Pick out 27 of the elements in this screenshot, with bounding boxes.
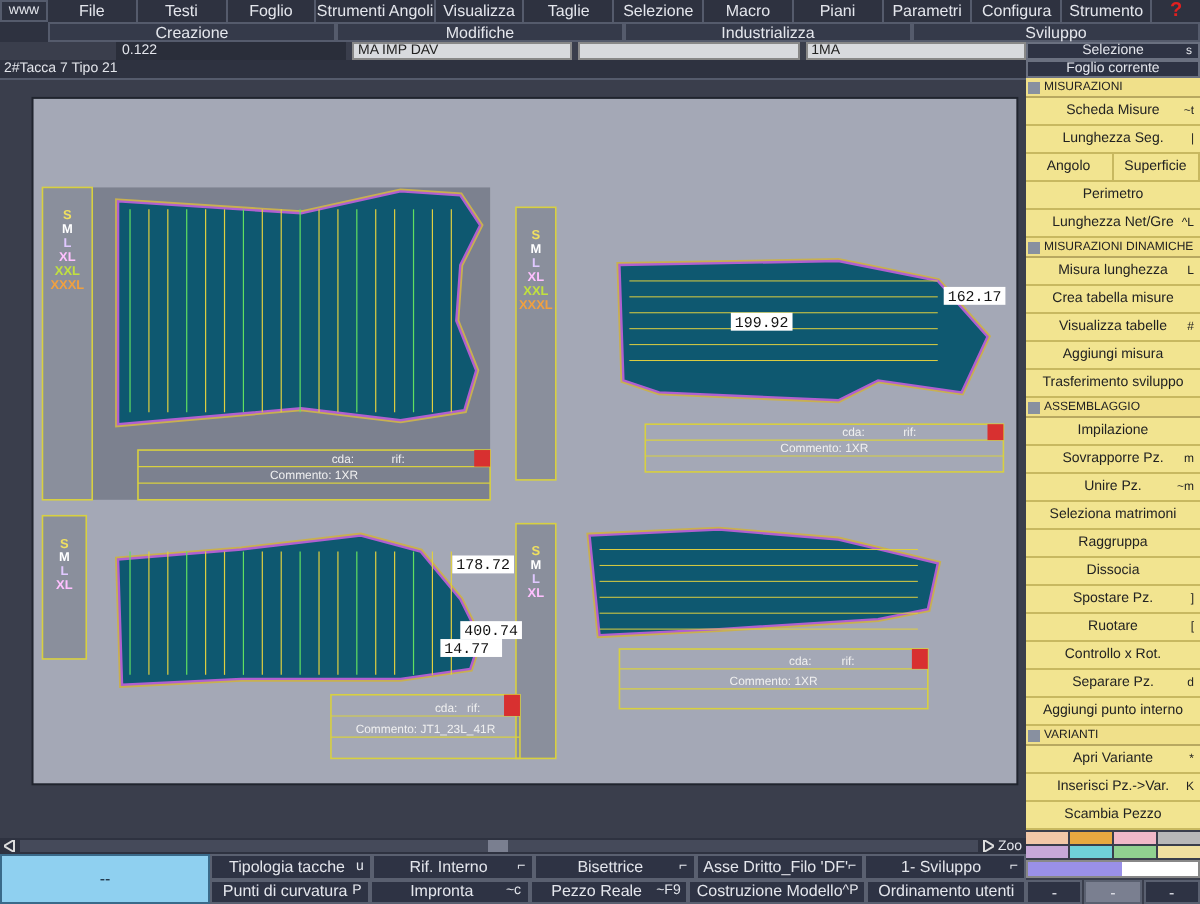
section-tab[interactable]: Modifiche <box>336 22 624 42</box>
section-toggle-icon[interactable] <box>1028 241 1040 253</box>
nav-button[interactable]: - <box>1026 880 1083 904</box>
marker-square <box>474 450 491 467</box>
toolbar-button[interactable]: Ordinamento utenti <box>866 879 1027 904</box>
marker-square <box>987 424 1004 441</box>
input-field[interactable] <box>578 42 800 60</box>
section-toggle-icon[interactable] <box>1028 729 1040 741</box>
main-button[interactable]: -- <box>0 854 210 904</box>
color-swatch[interactable] <box>1114 832 1156 844</box>
scroll-thumb[interactable] <box>488 840 509 852</box>
color-swatch[interactable] <box>1070 846 1112 858</box>
section-tab[interactable]: Creazione <box>48 22 336 42</box>
scroll-right-icon[interactable] <box>981 840 994 852</box>
section-toggle-icon[interactable] <box>1028 401 1040 413</box>
section-toggle-icon[interactable] <box>1028 81 1040 93</box>
marker-square <box>504 694 520 716</box>
scroll-left-icon[interactable] <box>4 840 16 852</box>
color-swatch[interactable] <box>1158 846 1200 858</box>
color-swatch[interactable] <box>1070 832 1112 844</box>
section-tab[interactable]: Industrializza <box>624 22 912 42</box>
nav-button[interactable]: - <box>1143 880 1200 904</box>
color-swatch[interactable] <box>1114 846 1156 858</box>
color-swatch[interactable] <box>1158 832 1200 844</box>
color-swatch[interactable] <box>1026 832 1068 844</box>
section-tab[interactable]: Sviluppo <box>912 22 1200 42</box>
color-swatch[interactable] <box>1026 846 1068 858</box>
